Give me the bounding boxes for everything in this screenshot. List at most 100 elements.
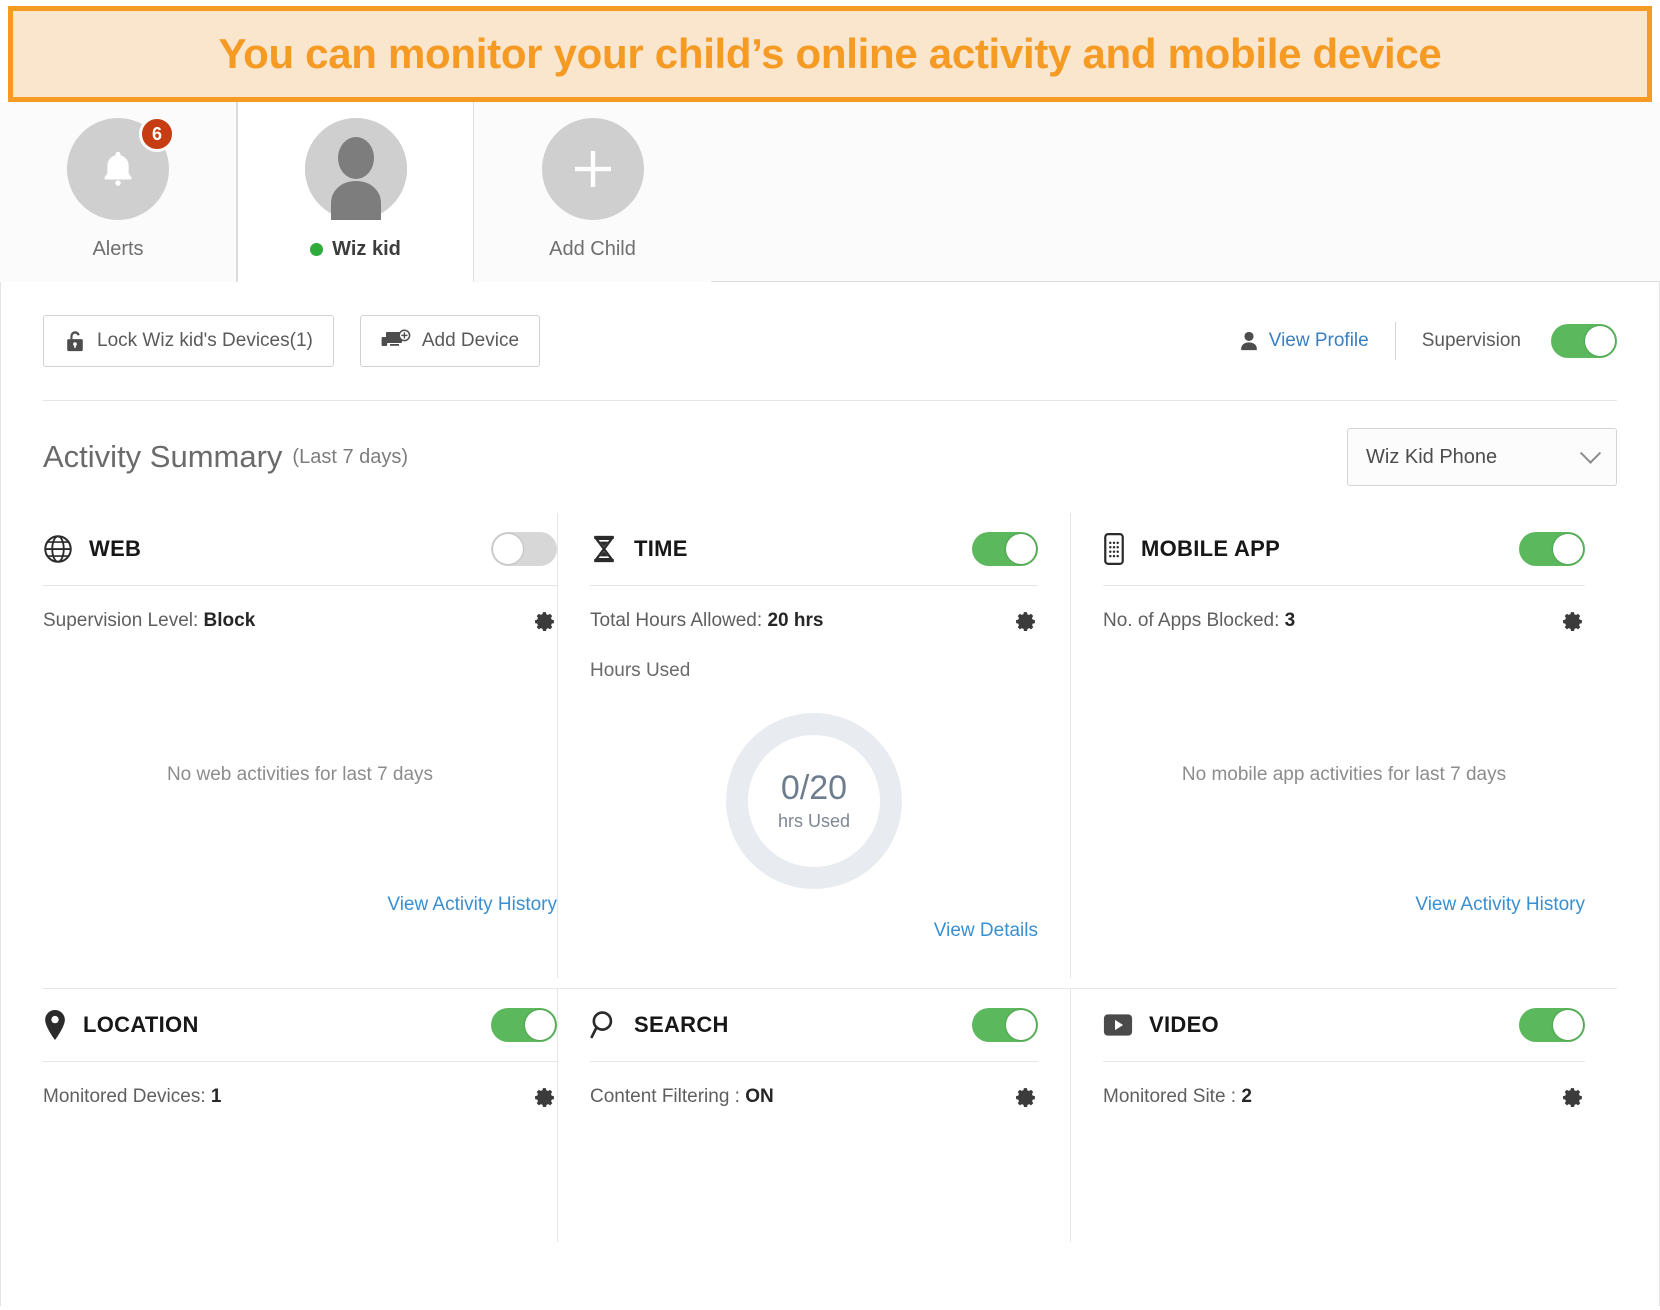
card-location-meta-value: 1 [210,1086,222,1107]
card-time-toggle-knob [1006,534,1036,564]
card-location-meta-label: Monitored Devices: [43,1086,206,1107]
hours-used-donut: 0/20 hrs Used [726,713,902,889]
view-profile-label: View Profile [1268,330,1369,351]
plus-icon [574,151,611,187]
card-web-header: WEB [43,513,557,585]
add-device-button[interactable]: Add Device [359,315,541,367]
card-location-toggle[interactable] [491,1008,557,1042]
card-mobile-app-history-link[interactable]: View Activity History [1415,894,1585,916]
card-search-body [590,1132,1038,1242]
hours-used-caption: hrs Used [777,811,851,832]
card-mobile-app-meta-value: 3 [1284,610,1296,631]
promo-banner-text: You can monitor your child’s online acti… [218,30,1442,77]
card-mobile-app-settings-button[interactable] [1557,607,1585,635]
gear-icon [1563,1088,1582,1108]
online-status-dot [310,243,324,256]
add-child-avatar [541,118,644,220]
card-time: TIME Total Hours Allowed: 20 hrs Hours U… [557,513,1071,978]
gear-icon [1016,612,1035,632]
tab-wiz-kid-label: Wiz kid [310,238,401,261]
card-web-empty-text: No web activities for last 7 days [166,764,434,785]
child-tab-bar: 6 Alerts Wiz kid Add Child [0,102,1660,282]
card-search: SEARCH Content Filtering : ON [557,989,1071,1242]
card-search-meta-value: ON [745,1086,774,1107]
device-toolbar: Lock Wiz kid's Devices(1) Add Device Vie… [43,282,1617,400]
toolbar-right-group: View Profile Supervision [1238,322,1617,360]
card-location-body [43,1132,557,1242]
bell-icon [104,151,132,186]
gear-icon [535,612,554,632]
card-web-toggle[interactable] [491,532,557,566]
card-web-settings-button[interactable] [529,607,557,635]
phone-icon [1104,533,1124,565]
supervision-label: Supervision [1421,330,1521,351]
card-location-toggle-knob [525,1010,555,1040]
tab-add-child[interactable]: Add Child [474,102,711,282]
card-time-settings-button[interactable] [1010,607,1038,635]
tab-alerts[interactable]: 6 Alerts [0,102,237,282]
dashboard-page: Lock Wiz kid's Devices(1) Add Device Vie… [0,282,1660,1306]
card-video-meta-label: Monitored Site : [1103,1086,1237,1107]
gear-icon [1016,1088,1035,1108]
wiz-kid-avatar-wrap [304,118,407,220]
card-search-title: SEARCH [634,1012,729,1037]
card-time-meta-label: Total Hours Allowed: [590,610,763,631]
hourglass-icon [594,535,614,563]
tab-alerts-text: Alerts [92,238,144,260]
card-web-meta: Supervision Level: Block [43,586,557,656]
card-mobile-app: MOBILE APP No. of Apps Blocked: 3 No mob… [1071,513,1585,978]
card-web: WEB Supervision Level: Block No web acti… [43,513,557,978]
activity-cards-row-2: LOCATION Monitored Devices: 1 SEARCH Con… [43,989,1617,1242]
card-time-toggle[interactable] [972,532,1038,566]
view-profile-button[interactable]: View Profile [1238,330,1369,352]
wiz-kid-avatar [304,118,407,220]
tab-add-child-text: Add Child [549,238,636,260]
card-search-meta: Content Filtering : ON [590,1062,1038,1132]
card-search-toggle[interactable] [972,1008,1038,1042]
device-select-value: Wiz Kid Phone [1366,445,1498,468]
card-video: VIDEO Monitored Site : 2 [1071,989,1585,1242]
add-device-icon [381,329,411,346]
card-mobile-app-footer: View Activity History [1103,894,1585,952]
gear-icon [1563,612,1582,632]
pin-icon [45,1009,65,1041]
toolbar-divider [1394,322,1396,360]
card-location-header: LOCATION [43,989,557,1061]
tab-wiz-kid-text: Wiz kid [332,238,401,260]
card-time-meta-value: 20 hrs [767,610,824,631]
card-search-header: SEARCH [590,989,1038,1061]
card-search-settings-button[interactable] [1010,1083,1038,1111]
magnifier-icon [590,1011,613,1039]
card-search-toggle-knob [1006,1010,1036,1040]
card-video-toggle[interactable] [1519,1008,1585,1042]
supervision-toggle[interactable] [1551,324,1617,358]
card-location-meta: Monitored Devices: 1 [43,1062,557,1132]
card-time-details-link[interactable]: View Details [934,920,1038,942]
lock-devices-button[interactable]: Lock Wiz kid's Devices(1) [43,315,334,367]
card-mobile-app-body: No mobile app activities for last 7 days [1103,656,1585,894]
card-location-settings-button[interactable] [529,1083,557,1111]
person-icon [1240,331,1257,351]
card-mobile-app-toggle[interactable] [1519,532,1585,566]
card-time-meta: Total Hours Allowed: 20 hrs [590,586,1038,656]
card-web-toggle-knob [493,534,523,564]
avatar-icon [304,118,407,220]
card-web-footer: View Activity History [43,894,557,952]
card-video-meta: Monitored Site : 2 [1103,1062,1585,1132]
tab-wiz-kid[interactable]: Wiz kid [237,102,474,282]
card-web-body: No web activities for last 7 days [43,656,557,894]
promo-banner: You can monitor your child’s online acti… [8,6,1652,102]
card-video-settings-button[interactable] [1557,1083,1585,1111]
activity-cards-row-1: WEB Supervision Level: Block No web acti… [43,513,1617,978]
card-web-history-link[interactable]: View Activity History [387,894,557,916]
gear-icon [535,1088,554,1108]
page-subtitle: (Last 7 days) [292,445,409,468]
alerts-badge: 6 [139,116,175,152]
activity-summary-header: Activity Summary (Last 7 days) Wiz Kid P… [43,401,1617,513]
hours-used-value: 0/20 [780,768,848,807]
device-select[interactable]: Wiz Kid Phone [1347,428,1617,486]
lock-devices-label: Lock Wiz kid's Devices(1) [97,330,313,351]
card-mobile-app-meta-label: No. of Apps Blocked: [1103,610,1280,631]
card-time-footer: View Details [590,920,1038,978]
card-time-hours-used-label: Hours Used [590,660,691,681]
